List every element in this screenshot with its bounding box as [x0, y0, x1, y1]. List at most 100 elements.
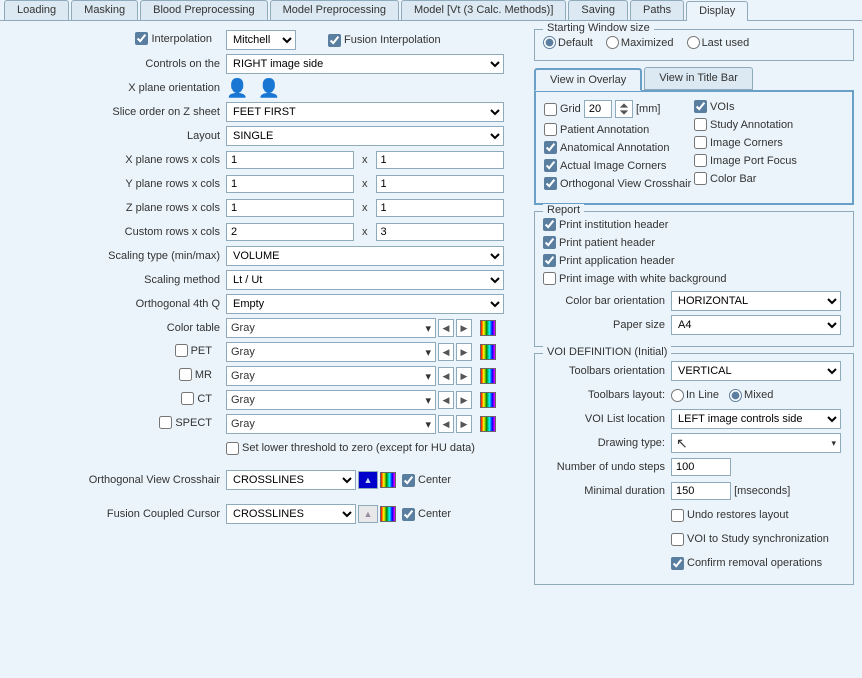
min-duration-input[interactable]	[671, 482, 731, 500]
voi-list-location-select[interactable]: LEFT image controls side	[671, 409, 841, 429]
tab-blood-preprocessing[interactable]: Blood Preprocessing	[140, 0, 268, 20]
print-patient-checkbox[interactable]	[543, 236, 556, 249]
y-rows-input[interactable]	[226, 175, 354, 193]
fusion-interpolation-checkbox[interactable]	[328, 34, 341, 47]
subtab-view-overlay[interactable]: View in Overlay	[534, 68, 642, 91]
grid-step-button[interactable]	[615, 100, 633, 118]
tab-paths[interactable]: Paths	[630, 0, 684, 20]
scaling-type-label: Scaling type (min/max)	[8, 250, 226, 262]
ortho-crosshair-color-button[interactable]: ▲	[358, 471, 378, 489]
undo-steps-input[interactable]	[671, 458, 731, 476]
fusion-cursor-color-button[interactable]: ▲	[358, 505, 378, 523]
startwin-lastused-radio[interactable]	[687, 36, 700, 49]
color-table-swatch-icon[interactable]	[480, 320, 496, 336]
print-white-bg-checkbox[interactable]	[543, 272, 556, 285]
subtab-view-titlebar[interactable]: View in Title Bar	[644, 67, 753, 90]
print-application-checkbox[interactable]	[543, 254, 556, 267]
overlay-panel: Grid [mm] Patient Annotation Anatomical …	[534, 90, 854, 205]
tab-saving[interactable]: Saving	[568, 0, 628, 20]
voi-title: VOI DEFINITION (Initial)	[543, 346, 671, 358]
z-rows-input[interactable]	[226, 199, 354, 217]
spect-prev-button[interactable]: ◀	[438, 415, 454, 433]
image-port-focus-checkbox[interactable]	[694, 154, 707, 167]
study-annotation-checkbox[interactable]	[694, 118, 707, 131]
spect-color-select[interactable]: Gray▾	[226, 414, 436, 434]
vois-checkbox[interactable]	[694, 100, 707, 113]
custom-cols-input[interactable]	[376, 223, 504, 241]
toolbars-orientation-select[interactable]: VERTICAL	[671, 361, 841, 381]
layout-select[interactable]: SINGLE	[226, 126, 504, 146]
ct-checkbox[interactable]	[181, 392, 194, 405]
grid-value-input[interactable]	[584, 100, 612, 118]
tab-masking[interactable]: Masking	[71, 0, 138, 20]
ortho-crosshair-swatch-icon[interactable]	[380, 472, 396, 488]
mr-swatch-icon[interactable]	[480, 368, 496, 384]
color-bar-orientation-select[interactable]: HORIZONTAL	[671, 291, 841, 311]
slice-order-select[interactable]: FEET FIRST	[226, 102, 504, 122]
controls-on-select[interactable]: RIGHT image side	[226, 54, 504, 74]
spect-checkbox[interactable]	[159, 416, 172, 429]
ortho-crosshair-center-checkbox[interactable]	[402, 474, 415, 487]
ortho-crosshair-select[interactable]: CROSSLINES	[226, 470, 356, 490]
tab-model-preprocessing[interactable]: Model Preprocessing	[270, 0, 399, 20]
z-cols-input[interactable]	[376, 199, 504, 217]
color-table-select[interactable]: Gray▾	[226, 318, 436, 338]
mr-checkbox[interactable]	[179, 368, 192, 381]
print-institution-checkbox[interactable]	[543, 218, 556, 231]
pet-checkbox[interactable]	[175, 344, 188, 357]
mr-label: MR	[195, 369, 212, 381]
tab-display[interactable]: Display	[686, 1, 748, 21]
starting-window-fieldset: Starting Window size Default Maximized L…	[534, 29, 854, 61]
pet-prev-button[interactable]: ◀	[438, 343, 454, 361]
grid-checkbox[interactable]	[544, 103, 557, 116]
ct-label: CT	[197, 393, 212, 405]
orthogonal-4q-select[interactable]: Empty	[226, 294, 504, 314]
pet-next-button[interactable]: ▶	[456, 343, 472, 361]
anatomical-annotation-checkbox[interactable]	[544, 141, 557, 154]
ortho-crosshair-label: Orthogonal View Crosshair	[8, 474, 226, 486]
paper-size-select[interactable]: A4	[671, 315, 841, 335]
interpolation-select[interactable]: Mitchell	[226, 30, 296, 50]
fusion-cursor-swatch-icon[interactable]	[380, 506, 396, 522]
ct-swatch-icon[interactable]	[480, 392, 496, 408]
ct-prev-button[interactable]: ◀	[438, 391, 454, 409]
pet-swatch-icon[interactable]	[480, 344, 496, 360]
tab-model[interactable]: Model [Vt (3 Calc. Methods)]	[401, 0, 566, 20]
actual-image-corners-checkbox[interactable]	[544, 159, 557, 172]
ct-next-button[interactable]: ▶	[456, 391, 472, 409]
spect-next-button[interactable]: ▶	[456, 415, 472, 433]
fusion-cursor-center-checkbox[interactable]	[402, 508, 415, 521]
x-rows-input[interactable]	[226, 151, 354, 169]
tab-loading[interactable]: Loading	[4, 0, 69, 20]
x-cols-input[interactable]	[376, 151, 504, 169]
mr-next-button[interactable]: ▶	[456, 367, 472, 385]
y-cols-input[interactable]	[376, 175, 504, 193]
color-table-prev-button[interactable]: ◀	[438, 319, 454, 337]
patient-annotation-checkbox[interactable]	[544, 123, 557, 136]
startwin-default-radio[interactable]	[543, 36, 556, 49]
scaling-method-select[interactable]: Lt / Ut	[226, 270, 504, 290]
scaling-type-select[interactable]: VOLUME	[226, 246, 504, 266]
drawing-type-select[interactable]: ↖▾	[671, 433, 841, 453]
undo-restores-checkbox[interactable]	[671, 509, 684, 522]
ct-color-select[interactable]: Gray▾	[226, 390, 436, 410]
mr-color-select[interactable]: Gray▾	[226, 366, 436, 386]
color-table-next-button[interactable]: ▶	[456, 319, 472, 337]
image-corners-checkbox[interactable]	[694, 136, 707, 149]
head-right-icon[interactable]: 👤	[258, 78, 280, 99]
custom-rows-input[interactable]	[226, 223, 354, 241]
interpolation-checkbox[interactable]	[135, 32, 148, 45]
mr-prev-button[interactable]: ◀	[438, 367, 454, 385]
ortho-crosshair-overlay-checkbox[interactable]	[544, 177, 557, 190]
confirm-removal-checkbox[interactable]	[671, 557, 684, 570]
lower-threshold-checkbox[interactable]	[226, 442, 239, 455]
voi-study-sync-checkbox[interactable]	[671, 533, 684, 546]
toolbars-inline-radio[interactable]	[671, 389, 684, 402]
spect-swatch-icon[interactable]	[480, 416, 496, 432]
toolbars-mixed-radio[interactable]	[729, 389, 742, 402]
fusion-cursor-select[interactable]: CROSSLINES	[226, 504, 356, 524]
head-left-icon[interactable]: 👤	[226, 78, 248, 99]
startwin-maximized-radio[interactable]	[606, 36, 619, 49]
color-bar-checkbox[interactable]	[694, 172, 707, 185]
pet-color-select[interactable]: Gray▾	[226, 342, 436, 362]
